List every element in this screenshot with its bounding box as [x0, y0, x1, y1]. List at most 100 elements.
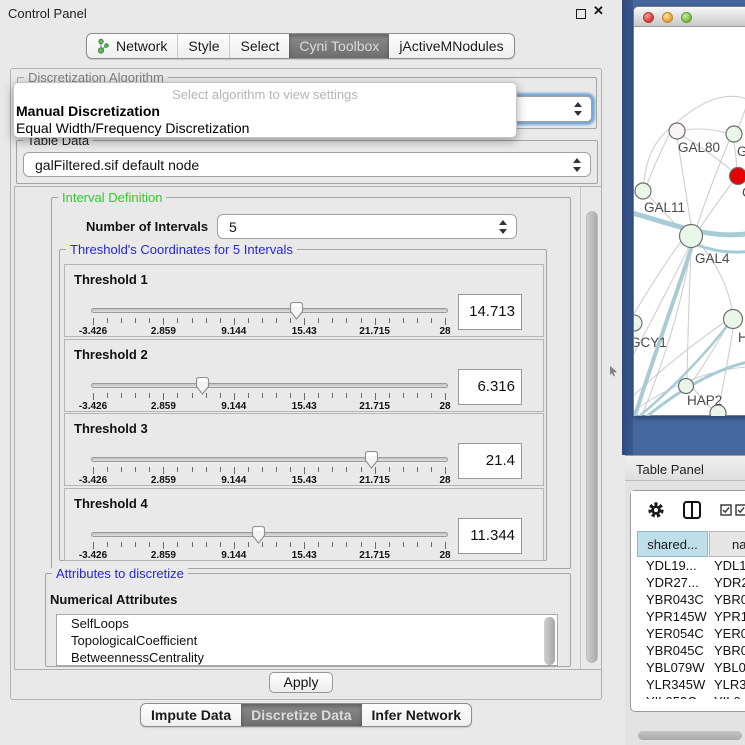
- float-window-icon[interactable]: [576, 9, 586, 19]
- threshold-slider[interactable]: -3.4262.8599.14415.4321.71528: [91, 450, 448, 487]
- tab-select[interactable]: Select: [229, 34, 289, 58]
- threshold-value-field[interactable]: 14.713: [458, 294, 522, 330]
- slider-track[interactable]: [91, 308, 448, 313]
- cell-name[interactable]: YBR0: [708, 592, 745, 609]
- table-row[interactable]: YBL079WYBL0: [637, 660, 745, 677]
- threshold-value-field[interactable]: 11.344: [458, 518, 522, 554]
- table-row[interactable]: YER054CYER0: [637, 626, 745, 643]
- threshold-value-field[interactable]: 6.316: [458, 369, 522, 405]
- network-node[interactable]: [726, 126, 742, 142]
- column-header-shared-name[interactable]: shared...: [637, 531, 708, 557]
- cell-shared-name[interactable]: YDL19...: [637, 558, 708, 575]
- tab-cyni-toolbox[interactable]: Cyni Toolbox: [289, 34, 389, 58]
- tab-infer-network[interactable]: Infer Network: [362, 704, 471, 726]
- node-table[interactable]: shared... na YDL19...YDL1YDR27...YDR2YBR…: [637, 531, 745, 699]
- slider-ticks: [91, 467, 448, 475]
- network-window-titlebar[interactable]: [634, 7, 745, 27]
- apply-button[interactable]: Apply: [269, 672, 333, 693]
- network-node[interactable]: [730, 168, 745, 185]
- slider-ticks: [91, 393, 448, 401]
- cell-shared-name[interactable]: YDR27...: [637, 575, 708, 592]
- number-of-intervals-select[interactable]: 5: [217, 214, 517, 239]
- network-view-window[interactable]: GAL80GCGAL11GAL4GCY1HHAP2: [633, 6, 745, 416]
- vertical-scrollbar-track[interactable]: [580, 187, 601, 669]
- slider-thumb[interactable]: [363, 450, 380, 470]
- attribute-list-item[interactable]: SelfLoops: [57, 615, 557, 632]
- cell-name[interactable]: YDL1: [708, 558, 745, 575]
- gear-icon[interactable]: [647, 501, 665, 524]
- network-node[interactable]: [724, 310, 743, 329]
- threshold-slider[interactable]: -3.4262.8599.14415.4321.71528: [91, 525, 448, 562]
- network-edge[interactable]: [676, 96, 745, 123]
- tab-impute-data[interactable]: Impute Data: [141, 704, 241, 726]
- network-edge[interactable]: [634, 240, 682, 317]
- network-edge[interactable]: [684, 129, 726, 133]
- threshold-panel-1: Threshold 1-3.4262.8599.14415.4321.71528…: [64, 264, 544, 337]
- cell-name[interactable]: YER0: [708, 626, 745, 643]
- zoom-traffic-light[interactable]: [681, 12, 692, 23]
- dropdown-option-manual-discretization[interactable]: Manual Discretization: [16, 103, 160, 119]
- cell-name[interactable]: YLR3: [708, 677, 745, 694]
- cell-shared-name[interactable]: YER054C: [637, 626, 708, 643]
- slider-track[interactable]: [91, 383, 448, 388]
- threshold-value-field[interactable]: 21.4: [458, 443, 522, 479]
- list-scrollbar-thumb[interactable]: [544, 617, 555, 665]
- slider-track[interactable]: [91, 457, 448, 462]
- network-node[interactable]: [635, 183, 651, 199]
- columns-icon[interactable]: [682, 500, 702, 525]
- cell-name[interactable]: YDR2: [708, 575, 745, 592]
- close-icon[interactable]: ✕: [593, 3, 604, 19]
- tab-style[interactable]: Style: [177, 34, 229, 58]
- slider-tick-labels: -3.4262.8599.14415.4321.71528: [91, 475, 448, 487]
- network-edge[interactable]: [700, 183, 732, 228]
- vertical-scrollbar-thumb[interactable]: [586, 211, 598, 663]
- cell-shared-name[interactable]: YPR145W: [637, 609, 708, 626]
- desktop-edge: [622, 0, 633, 455]
- table-rows: YDL19...YDL1YDR27...YDR2YBR043CYBR0YPR14…: [637, 558, 745, 699]
- table-row[interactable]: YBR043CYBR0: [637, 592, 745, 609]
- table-row[interactable]: YDR27...YDR2: [637, 575, 745, 592]
- slider-thumb[interactable]: [288, 301, 305, 321]
- cell-shared-name[interactable]: YBR045C: [637, 643, 708, 660]
- cell-shared-name[interactable]: YBR043C: [637, 592, 708, 609]
- numerical-attributes-list[interactable]: SelfLoopsTopologicalCoefficientBetweenne…: [56, 614, 558, 666]
- slider-thumb[interactable]: [250, 525, 267, 545]
- slider-track[interactable]: [91, 532, 448, 537]
- interval-definition-label: Interval Definition: [58, 190, 166, 205]
- tab-jactivemnodules[interactable]: jActiveMNodules: [389, 34, 513, 58]
- cell-shared-name[interactable]: YBL079W: [637, 660, 708, 677]
- horizontal-scrollbar-thumb[interactable]: [638, 731, 742, 740]
- table-data-select[interactable]: galFiltered.sif default node: [23, 152, 591, 177]
- checkbox-icon[interactable]: [720, 503, 732, 521]
- network-node[interactable]: [679, 379, 694, 394]
- dropdown-option-equal-width[interactable]: Equal Width/Frequency Discretization: [16, 120, 249, 136]
- attribute-list-item[interactable]: BetweennessCentrality: [57, 649, 557, 666]
- checkbox-icon[interactable]: [735, 503, 745, 521]
- table-row[interactable]: YIL052CYIL0: [637, 694, 745, 699]
- network-edge[interactable]: [647, 135, 669, 185]
- table-row[interactable]: YBR045CYBR0: [637, 643, 745, 660]
- cell-name[interactable]: YIL0: [708, 694, 745, 699]
- cell-name[interactable]: YBR0: [708, 643, 745, 660]
- table-row[interactable]: YDL19...YDL1: [637, 558, 745, 575]
- network-node[interactable]: [680, 225, 703, 248]
- table-row[interactable]: YPR145WYPR1: [637, 609, 745, 626]
- column-header-name[interactable]: na: [709, 531, 745, 557]
- control-panel-tabs: Network Style Select Cyni Toolbox jActiv…: [86, 33, 515, 59]
- tab-network[interactable]: Network: [87, 34, 177, 58]
- attribute-list-item[interactable]: TopologicalCoefficient: [57, 632, 557, 649]
- cell-name[interactable]: YBL0: [708, 660, 745, 677]
- tab-discretize-data[interactable]: Discretize Data: [241, 704, 361, 726]
- cell-shared-name[interactable]: YIL052C: [637, 694, 708, 699]
- network-node[interactable]: [669, 123, 685, 139]
- threshold-slider[interactable]: -3.4262.8599.14415.4321.71528: [91, 376, 448, 413]
- table-row[interactable]: YLR345WYLR3: [637, 677, 745, 694]
- minimize-traffic-light[interactable]: [662, 12, 673, 23]
- network-canvas[interactable]: GAL80GCGAL11GAL4GCY1HHAP2: [634, 27, 745, 416]
- close-traffic-light[interactable]: [643, 12, 654, 23]
- threshold-slider[interactable]: -3.4262.8599.14415.4321.71528: [91, 301, 448, 338]
- cell-name[interactable]: YPR1: [708, 609, 745, 626]
- network-node[interactable]: [634, 315, 642, 331]
- cell-shared-name[interactable]: YLR345W: [637, 677, 708, 694]
- slider-thumb[interactable]: [194, 376, 211, 396]
